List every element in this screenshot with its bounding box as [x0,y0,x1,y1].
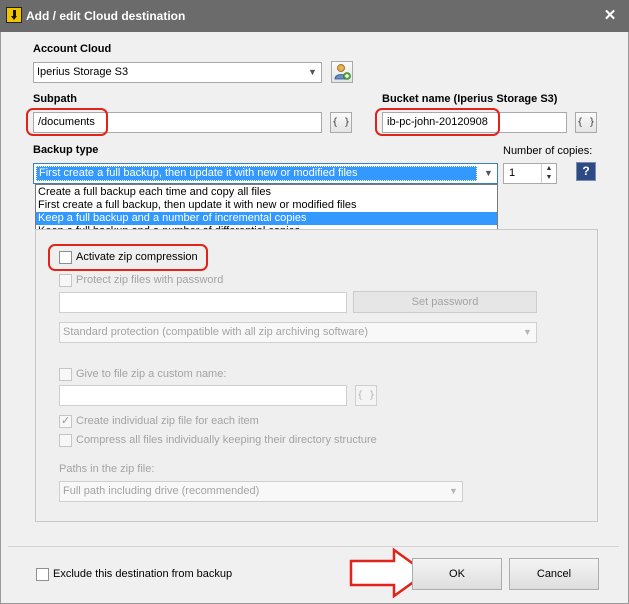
footer-separator [8,546,619,547]
chevron-down-icon: ▼ [308,67,317,77]
chevron-down-icon: ▼ [523,327,532,337]
chevron-down-icon: ▼ [484,168,493,178]
zip-paths-label: Paths in the zip file: [59,463,155,475]
set-password-button[interactable]: Set password [353,291,537,313]
account-cloud-value: Iperius Storage S3 [37,66,129,78]
window-title: Add / edit Cloud destination [26,9,186,23]
compress-all-checkbox[interactable] [59,434,72,447]
individual-zip-label: Create individual zip file for each item [76,415,259,427]
backup-type-label: Backup type [33,144,99,156]
spin-down-icon[interactable]: ▼ [542,173,556,182]
copies-label: Number of copies: [503,145,593,157]
zip-paths-value: Full path including drive (recommended) [63,485,260,497]
user-add-icon [334,64,351,80]
zip-paths-select[interactable]: Full path including drive (recommended) … [59,481,463,502]
custom-name-label: Give to file zip a custom name: [76,368,227,380]
app-icon [6,7,22,23]
subpath-label: Subpath [33,93,77,105]
backup-type-value: First create a full backup, then update … [39,167,358,179]
spinner-buttons[interactable]: ▲ ▼ [541,164,556,183]
cancel-button[interactable]: Cancel [509,558,599,590]
exclude-destination-label: Exclude this destination from backup [53,568,233,580]
bucket-label: Bucket name (Iperius Storage S3) [382,93,558,105]
custom-name-input[interactable] [59,385,347,406]
individual-zip-checkbox[interactable] [59,414,72,428]
close-button[interactable]: ✕ [600,6,620,26]
help-button[interactable]: ? [576,162,596,181]
protect-zip-label: Protect zip files with password [76,274,224,286]
dropdown-option[interactable]: First create a full backup, then update … [36,199,497,212]
custom-name-checkbox[interactable] [59,368,72,381]
exclude-destination-checkbox[interactable] [36,568,49,581]
title-bar: Add / edit Cloud destination ✕ [0,0,629,32]
backup-type-select[interactable]: First create a full backup, then update … [33,163,498,184]
chevron-down-icon: ▼ [449,486,458,496]
ok-button[interactable]: OK [412,558,502,590]
zip-password-input[interactable] [59,292,347,313]
subpath-variables-button[interactable]: { } [330,112,352,133]
protect-zip-checkbox[interactable] [59,274,72,287]
custom-name-variables-button[interactable]: { } [355,385,377,406]
account-cloud-select[interactable]: Iperius Storage S3 ▼ [33,62,322,83]
zip-protection-value: Standard protection (compatible with all… [63,326,369,338]
compress-all-label: Compress all files individually keeping … [76,434,377,446]
bucket-highlight [375,108,500,136]
subpath-highlight [26,108,108,136]
activate-zip-highlight [48,244,208,271]
spin-up-icon[interactable]: ▲ [542,164,556,173]
account-cloud-label: Account Cloud [33,43,112,55]
dropdown-option-highlighted[interactable]: Keep a full backup and a number of incre… [36,212,497,225]
zip-protection-select[interactable]: Standard protection (compatible with all… [59,322,537,343]
bucket-variables-button[interactable]: { } [575,112,597,133]
copies-spinner[interactable]: 1 ▲ ▼ [503,163,557,184]
copies-value: 1 [509,167,516,179]
dropdown-option[interactable]: Create a full backup each time and copy … [36,186,497,199]
manage-accounts-button[interactable] [331,61,353,83]
